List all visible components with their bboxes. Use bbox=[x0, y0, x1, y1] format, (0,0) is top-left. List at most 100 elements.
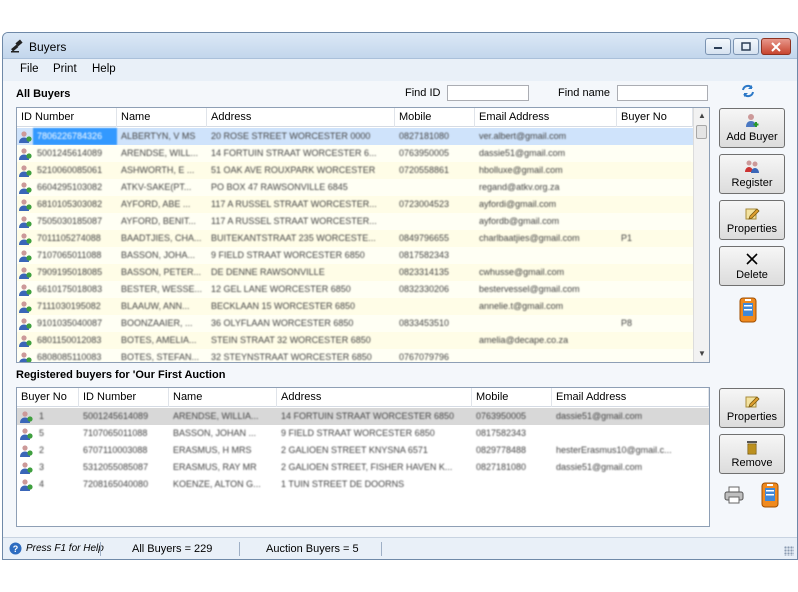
menu-print[interactable]: Print bbox=[53, 63, 77, 75]
col-reg-email[interactable]: Email Address bbox=[552, 388, 709, 407]
col-address[interactable]: Address bbox=[207, 108, 395, 127]
table-cell: P8 bbox=[621, 318, 633, 328]
table-cell: 6810105303082 bbox=[37, 199, 103, 209]
table-row[interactable]: 7909195018085 BASSON, PETER... DE DENNE RA… bbox=[17, 264, 693, 281]
table-cell: 32 STEYNSTRAAT WORCESTER 6850 bbox=[211, 352, 372, 362]
table-row[interactable]: 9101035040087 BOONZAAIER, ... 36 OLYFLAAN … bbox=[17, 315, 693, 332]
registered-title: Registered buyers for 'Our First Auction bbox=[16, 369, 226, 381]
table-cell: 0723004523 bbox=[399, 199, 450, 209]
close-icon bbox=[771, 41, 781, 52]
menu-help[interactable]: Help bbox=[92, 63, 116, 75]
printer-icon[interactable] bbox=[724, 485, 744, 505]
table-cell: 0767079796 bbox=[399, 352, 450, 362]
table-row[interactable]: 1 5001245614089 ARENDSE, WILLIA... 14 FORTU… bbox=[17, 408, 709, 425]
table-row[interactable]: 5 7107065011088 BASSON, JOHAN ... 9 FIELD S… bbox=[17, 425, 709, 442]
table-row[interactable]: 5001245614089 ARENDSE, WILL... 14 FORTUIN … bbox=[17, 145, 693, 162]
col-id-number[interactable]: ID Number bbox=[17, 108, 117, 127]
table-cell: dassie51@gmail.com bbox=[556, 411, 643, 421]
user-icon bbox=[19, 283, 32, 296]
refresh-icon[interactable] bbox=[740, 83, 756, 99]
register-button[interactable]: Register bbox=[719, 154, 785, 194]
col-mobile[interactable]: Mobile bbox=[395, 108, 475, 127]
add-buyer-button[interactable]: Add Buyer bbox=[719, 108, 785, 148]
table-cell: BUITEKANTSTRAAT 235 WORCESTE... bbox=[211, 233, 376, 243]
table-row[interactable]: 6610175018083 BESTER, WESSE... 12 GEL LANE… bbox=[17, 281, 693, 298]
minimize-button[interactable] bbox=[705, 38, 731, 55]
registered-grid[interactable]: Buyer No ID Number Name Address Mobile E… bbox=[16, 387, 710, 527]
table-cell: 7011105274088 bbox=[37, 233, 101, 243]
all-buyers-header: ID Number Name Address Mobile Email Addr… bbox=[17, 108, 693, 127]
table-cell: 1 TUIN STREET DE DOORNS bbox=[281, 479, 405, 489]
registered-properties-button[interactable]: Properties bbox=[719, 388, 785, 428]
delete-button[interactable]: Delete bbox=[719, 246, 785, 286]
status-separator bbox=[100, 542, 101, 556]
scroll-up-arrow-icon[interactable]: ▲ bbox=[694, 108, 709, 124]
menu-file[interactable]: File bbox=[20, 63, 39, 75]
properties-button[interactable]: Properties bbox=[719, 200, 785, 240]
col-email[interactable]: Email Address bbox=[475, 108, 617, 127]
table-cell bbox=[617, 196, 693, 213]
table-row[interactable]: 7806226784326 ALBERTYN, V MS 20 ROSE STREE… bbox=[17, 128, 693, 145]
user-icon bbox=[19, 266, 32, 279]
table-cell: 5001245614089 bbox=[37, 148, 103, 158]
col-reg-address[interactable]: Address bbox=[277, 388, 472, 407]
close-button[interactable] bbox=[761, 38, 791, 55]
table-cell: 0832330206 bbox=[399, 284, 450, 294]
resize-grip[interactable] bbox=[784, 546, 794, 556]
table-row[interactable]: 7011105274088 BAADTJIES, CHA... BUITEKANTS… bbox=[17, 230, 693, 247]
scroll-down-arrow-icon[interactable]: ▼ bbox=[694, 346, 709, 362]
table-cell: 4 bbox=[39, 479, 45, 489]
title-bar[interactable]: Buyers bbox=[3, 33, 797, 59]
user-icon-cell bbox=[17, 230, 33, 247]
table-row[interactable]: 4 7208165040080 KOENZE, ALTON G... 1 TUIN S… bbox=[17, 476, 709, 493]
table-row[interactable]: 7505030185087 AYFORD, BENIT... 117 A RUSSE… bbox=[17, 213, 693, 230]
table-row[interactable]: 6808085110083 BOTES, STEFAN... 32 STEYNSTR… bbox=[17, 349, 693, 362]
id-badge-icon[interactable] bbox=[738, 296, 758, 324]
delete-x-icon bbox=[744, 251, 760, 267]
table-cell bbox=[617, 145, 693, 162]
user-icon-cell bbox=[17, 349, 33, 362]
table-cell: BLAAUW, ANN... bbox=[121, 301, 190, 311]
table-cell: 5001245614089 bbox=[83, 411, 149, 421]
col-reg-mobile[interactable]: Mobile bbox=[472, 388, 552, 407]
find-id-input[interactable] bbox=[447, 85, 529, 101]
table-cell: 2 GALIOEN STREET, FISHER HAVEN K... bbox=[281, 462, 453, 472]
registered-properties-label: Properties bbox=[726, 411, 778, 423]
table-cell bbox=[617, 179, 693, 196]
table-cell: hesterErasmus10@gmail.c... bbox=[556, 445, 672, 455]
col-name[interactable]: Name bbox=[117, 108, 207, 127]
user-icon bbox=[19, 317, 32, 330]
find-name-input[interactable] bbox=[617, 85, 708, 101]
registered-rows: 1 5001245614089 ARENDSE, WILLIA... 14 FORTU… bbox=[17, 408, 709, 493]
table-cell bbox=[395, 332, 475, 349]
table-row[interactable]: 6801150012083 BOTES, AMELIA... STEIN STRAA… bbox=[17, 332, 693, 349]
table-row[interactable]: 7111030195082 BLAAUW, ANN... BECKLAAN 15 W… bbox=[17, 298, 693, 315]
all-buyers-grid[interactable]: ID Number Name Address Mobile Email Addr… bbox=[16, 107, 710, 363]
table-cell: PO BOX 47 RAWSONVILLE 6845 bbox=[211, 182, 348, 192]
table-cell: BESTER, WESSE... bbox=[121, 284, 203, 294]
users-icon bbox=[20, 427, 33, 440]
all-buyers-scrollbar[interactable]: ▲ ▼ bbox=[693, 108, 709, 362]
table-cell: 6610175018083 bbox=[37, 284, 103, 294]
col-reg-name[interactable]: Name bbox=[169, 388, 277, 407]
remove-button[interactable]: Remove bbox=[719, 434, 785, 474]
user-icon bbox=[19, 181, 32, 194]
user-icon-cell bbox=[17, 247, 33, 264]
scroll-thumb[interactable] bbox=[696, 125, 707, 139]
user-icon bbox=[19, 249, 32, 262]
id-badge-icon[interactable] bbox=[760, 481, 780, 509]
table-row[interactable]: 7107065011088 BASSON, JOHA... 9 FIELD STRA… bbox=[17, 247, 693, 264]
buyers-window: Buyers File Print Help All Buyers Find I… bbox=[2, 32, 798, 560]
maximize-button[interactable] bbox=[733, 38, 759, 55]
col-buyer-no[interactable]: Buyer No bbox=[617, 108, 693, 127]
table-cell: ver.albert@gmail.com bbox=[479, 131, 567, 141]
table-cell: 0827181080 bbox=[476, 462, 527, 472]
table-row[interactable]: 3 5312055085087 ERASMUS, RAY MR 2 GALIOEN S… bbox=[17, 459, 709, 476]
table-row[interactable]: 2 6707110003088 ERASMUS, H MRS 2 GALIOEN ST… bbox=[17, 442, 709, 459]
table-row[interactable]: 6810105303082 AYFORD, ABE ... 117 A RUSSEL… bbox=[17, 196, 693, 213]
col-reg-id-number[interactable]: ID Number bbox=[79, 388, 169, 407]
table-row[interactable]: 6604295103082 ATKV-SAKE(PT... PO BOX 47 RA… bbox=[17, 179, 693, 196]
table-cell: DE DENNE RAWSONVILLE bbox=[211, 267, 325, 277]
table-row[interactable]: 5210060085061 ASHWORTH, E ... 51 OAK AVE R… bbox=[17, 162, 693, 179]
col-reg-buyer-no[interactable]: Buyer No bbox=[17, 388, 79, 407]
